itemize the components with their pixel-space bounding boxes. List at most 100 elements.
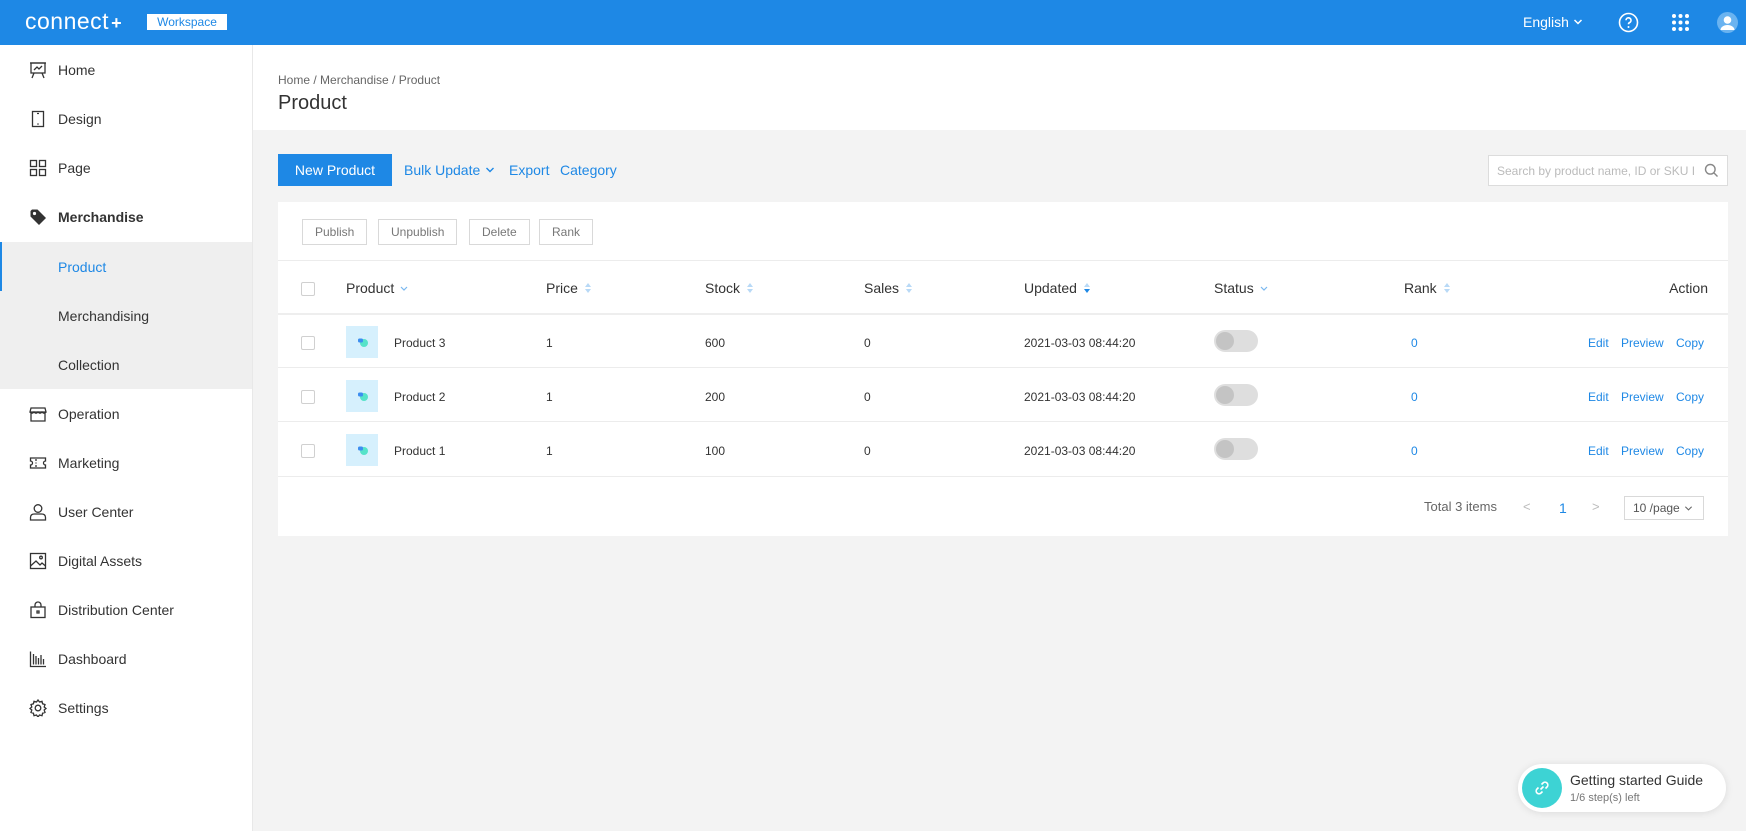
column-header-status[interactable]: Status [1214, 280, 1268, 296]
rank-value[interactable]: 0 [1411, 390, 1418, 404]
pagination-prev[interactable]: < [1523, 499, 1531, 514]
sidebar-item-merchandise[interactable]: Merchandise [0, 192, 252, 241]
preview-link[interactable]: Preview [1621, 336, 1664, 350]
product-name[interactable]: Product 2 [394, 390, 445, 404]
sidebar-item-digital-assets[interactable]: Digital Assets [0, 536, 252, 585]
column-header-product[interactable]: Product [346, 280, 408, 296]
preview-link[interactable]: Preview [1621, 390, 1664, 404]
sort-icon [747, 283, 754, 293]
sidebar-item-page[interactable]: Page [0, 143, 252, 192]
rank-value[interactable]: 0 [1411, 336, 1418, 350]
product-thumbnail[interactable] [346, 434, 378, 466]
sidebar-subitem-merchandising[interactable]: Merchandising [0, 291, 252, 340]
product-thumbnail[interactable] [346, 380, 378, 412]
sidebar-item-operation[interactable]: Operation [0, 389, 252, 438]
chevron-down-icon [1684, 505, 1692, 511]
column-header-rank[interactable]: Rank [1404, 280, 1451, 296]
export-link[interactable]: Export [509, 162, 549, 178]
column-header-sales[interactable]: Sales [864, 280, 913, 296]
product-price: 1 [546, 390, 553, 404]
product-search [1488, 155, 1728, 186]
help-icon[interactable] [1618, 12, 1639, 33]
product-thumbnail[interactable] [346, 326, 378, 358]
sidebar: Home Design Page Merchandise Product Mer… [0, 45, 253, 831]
preview-link[interactable]: Preview [1621, 444, 1664, 458]
rank-button[interactable]: Rank [539, 219, 594, 245]
status-toggle[interactable] [1214, 330, 1258, 352]
copy-link[interactable]: Copy [1676, 336, 1704, 350]
sidebar-item-label: Digital Assets [58, 552, 143, 569]
sidebar-item-settings[interactable]: Settings [0, 683, 252, 732]
product-image-icon [358, 446, 368, 455]
product-name[interactable]: Product 1 [394, 444, 445, 458]
page-size-select[interactable]: 10 /page [1624, 496, 1704, 520]
sidebar-item-distribution-center[interactable]: Distribution Center [0, 585, 252, 634]
sidebar-subitem-label: Product [58, 258, 107, 275]
sidebar-item-user-center[interactable]: User Center [0, 487, 252, 536]
breadcrumb-separator: / [310, 73, 321, 87]
unpublish-button[interactable]: Unpublish [378, 219, 458, 245]
bar-chart-icon [29, 650, 47, 668]
product-stock: 200 [705, 390, 726, 404]
breadcrumb-separator: / [388, 73, 399, 87]
pagination-page-1[interactable]: 1 [1559, 500, 1567, 516]
select-all-checkbox[interactable] [301, 282, 315, 296]
sidebar-item-dashboard[interactable]: Dashboard [0, 634, 252, 683]
row-divider [278, 476, 1728, 477]
sidebar-item-label: Operation [58, 405, 120, 422]
sidebar-item-label: User Center [58, 503, 134, 520]
row-checkbox[interactable] [301, 336, 315, 350]
column-header-price[interactable]: Price [546, 280, 592, 296]
row-divider [278, 421, 1728, 422]
edit-link[interactable]: Edit [1588, 390, 1609, 404]
product-sales: 0 [864, 336, 871, 350]
filter-chevron-icon [400, 286, 408, 291]
copy-link[interactable]: Copy [1676, 390, 1704, 404]
breadcrumb-home[interactable]: Home [278, 73, 310, 87]
product-name[interactable]: Product 3 [394, 336, 445, 350]
bulk-update-label: Bulk Update [404, 162, 481, 178]
status-toggle[interactable] [1214, 438, 1258, 460]
page-title: Product [278, 92, 347, 114]
delete-button[interactable]: Delete [469, 219, 530, 245]
sidebar-item-marketing[interactable]: Marketing [0, 438, 252, 487]
column-header-updated[interactable]: Updated [1024, 280, 1091, 296]
rank-value[interactable]: 0 [1411, 444, 1418, 458]
getting-started-guide[interactable]: Getting started Guide 1/6 step(s) left [1518, 764, 1726, 812]
breadcrumb-merchandise[interactable]: Merchandise [320, 73, 389, 87]
search-input[interactable] [1489, 156, 1694, 185]
tablet-icon [29, 110, 47, 128]
logo[interactable]: connect + [25, 8, 122, 35]
sidebar-item-design[interactable]: Design [0, 94, 252, 143]
language-selector[interactable]: English [1523, 14, 1583, 30]
filter-chevron-icon [1260, 286, 1268, 291]
new-product-button[interactable]: New Product [278, 154, 392, 186]
product-image-icon [358, 392, 368, 401]
tag-icon [29, 208, 47, 226]
chevron-down-icon [1573, 19, 1582, 25]
apps-grid-icon[interactable] [1670, 12, 1691, 33]
presentation-board-icon [29, 61, 47, 79]
product-table-card: Publish Unpublish Delete Rank Product Pr… [278, 202, 1728, 536]
sidebar-item-label: Marketing [58, 454, 120, 471]
bulk-update-dropdown[interactable]: Bulk Update [404, 162, 495, 178]
row-checkbox[interactable] [301, 444, 315, 458]
edit-link[interactable]: Edit [1588, 444, 1609, 458]
product-stock: 600 [705, 336, 726, 350]
category-link[interactable]: Category [560, 162, 617, 178]
pagination-next[interactable]: > [1592, 499, 1600, 514]
sidebar-subitem-product[interactable]: Product [0, 242, 252, 291]
copy-link[interactable]: Copy [1676, 444, 1704, 458]
product-sales: 0 [864, 444, 871, 458]
user-avatar-icon[interactable] [1717, 12, 1738, 33]
sidebar-item-home[interactable]: Home [0, 45, 252, 94]
publish-button[interactable]: Publish [302, 219, 368, 245]
edit-link[interactable]: Edit [1588, 336, 1609, 350]
search-icon[interactable] [1704, 163, 1719, 178]
pagination-total: Total 3 items [1424, 499, 1497, 514]
product-image-icon [358, 338, 368, 347]
column-header-stock[interactable]: Stock [705, 280, 754, 296]
status-toggle[interactable] [1214, 384, 1258, 406]
sidebar-subitem-collection[interactable]: Collection [0, 340, 252, 389]
row-checkbox[interactable] [301, 390, 315, 404]
